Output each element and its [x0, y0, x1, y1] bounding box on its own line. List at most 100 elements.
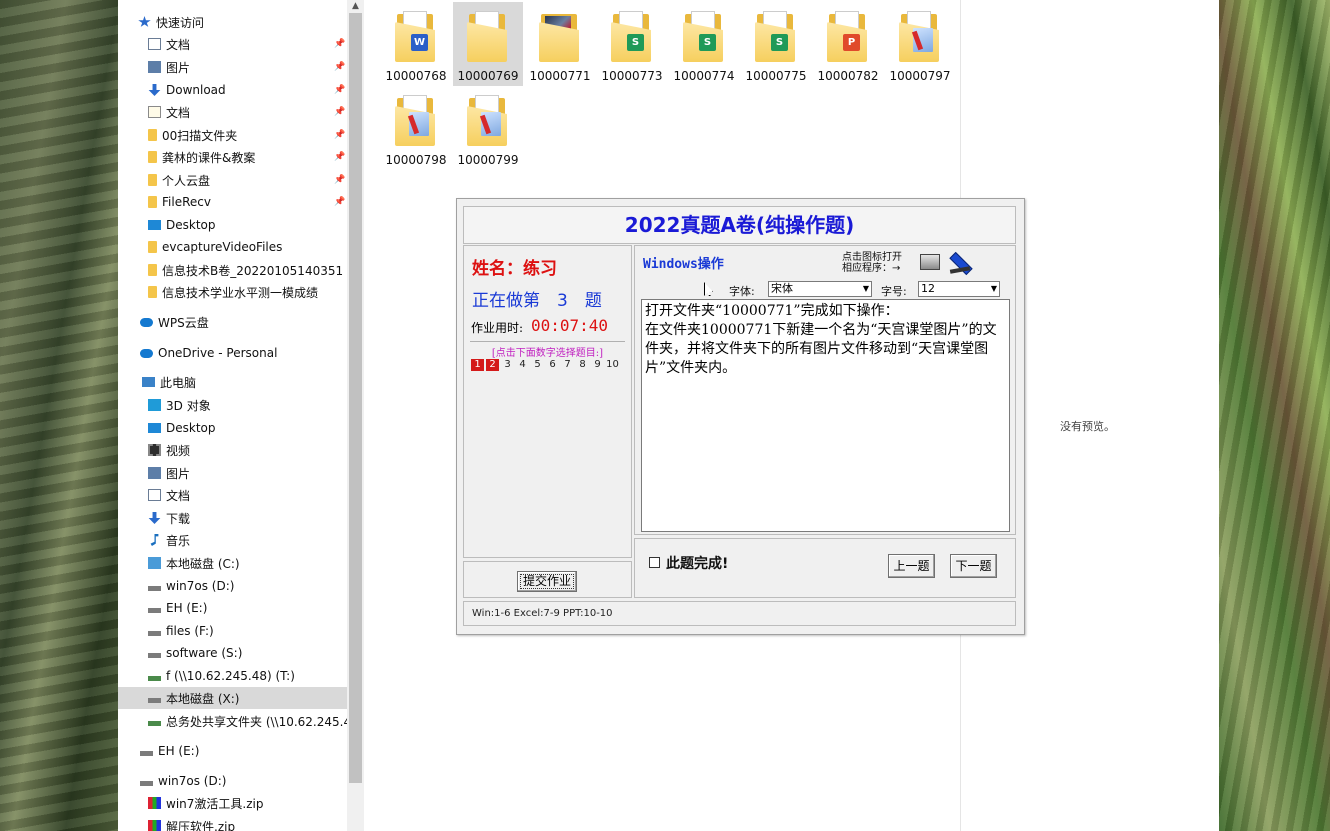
nav-item[interactable]: 文档 📌 — [118, 101, 347, 123]
folder-name: 10000798 — [385, 153, 447, 167]
folder-icon — [148, 196, 157, 208]
nav-item[interactable]: Download 📌 — [118, 79, 347, 101]
question-text-area[interactable]: 打开文件夹“10000771”完成如下操作： 在文件夹10000771下新建一个名… — [641, 299, 1010, 532]
size-select-value: 12 — [921, 282, 935, 295]
nav-scrollbar-thumb[interactable] — [349, 13, 362, 783]
question-number-7[interactable]: 7 — [561, 359, 574, 371]
question-selector-hint: [点击下面数字选择题目:] — [491, 348, 604, 359]
nav-item[interactable]: win7os (D:) — [118, 575, 347, 597]
nav-item[interactable]: Desktop — [118, 214, 347, 236]
nav-item[interactable]: software (S:) — [118, 642, 347, 664]
folder-item[interactable]: 10000799 — [453, 86, 523, 170]
nav-item[interactable]: EH (E:) — [118, 597, 347, 619]
nav-item[interactable]: files (F:) — [118, 620, 347, 642]
nav-item[interactable]: EH (E:) — [118, 740, 347, 762]
question-number-4[interactable]: 4 — [516, 359, 529, 371]
next-question-button[interactable]: 下一题 — [950, 554, 997, 578]
music-icon — [150, 534, 159, 546]
folder-icon — [148, 151, 157, 163]
nav-item[interactable]: win7os (D:) — [118, 770, 347, 792]
nav-item[interactable]: win7激活工具.zip — [118, 792, 347, 814]
nav-item[interactable]: 文档 📌 — [118, 33, 347, 55]
desktop-wallpaper-left — [0, 0, 118, 831]
nav-item[interactable]: WPS云盘 — [118, 311, 347, 333]
submit-homework-button[interactable]: 提交作业 — [517, 571, 577, 592]
nav-item[interactable]: 快速访问 — [118, 11, 347, 33]
pen-program-icon[interactable] — [947, 251, 969, 275]
question-number-9[interactable]: 9 — [591, 359, 604, 371]
nav-item[interactable]: 图片 📌 — [118, 56, 347, 78]
folder-name: 10000771 — [529, 69, 591, 83]
nav-item[interactable]: Desktop — [118, 417, 347, 439]
question-number-2[interactable]: 2 — [486, 359, 499, 371]
scroll-up-arrow-icon[interactable]: ▲ — [347, 0, 364, 12]
folder-item[interactable]: P 10000782 — [813, 2, 883, 86]
nav-item[interactable]: 信息技术学业水平测一模成绩 — [118, 281, 347, 303]
nav-item[interactable]: 龚林的课件&教案 📌 — [118, 146, 347, 168]
pictures-icon — [148, 467, 161, 479]
folder-icon — [395, 94, 435, 146]
question-number-10[interactable]: 10 — [606, 359, 619, 371]
font-select-dropdown-icon[interactable]: ▼ — [863, 282, 869, 296]
nav-item[interactable]: 信息技术B卷_20220105140351 — [118, 259, 347, 281]
folder-item[interactable]: 10000797 — [885, 2, 955, 86]
previous-question-button[interactable]: 上一题 — [888, 554, 935, 578]
nav-item-label: 00扫描文件夹 — [162, 128, 238, 143]
nav-item[interactable]: 解压软件.zip — [118, 815, 347, 831]
question-number-1[interactable]: 1 — [471, 359, 484, 371]
folder-item[interactable]: S 10000774 — [669, 2, 739, 86]
question-done-checkbox[interactable] — [649, 557, 660, 568]
nav-item[interactable]: 本地磁盘 (X:) — [118, 687, 347, 709]
question-number-8[interactable]: 8 — [576, 359, 589, 371]
student-name: 姓名：练习 — [472, 259, 557, 279]
question-text-line: 在文件夹10000771下新建一个名为“天宫课堂图片”的文件夹，并将文件夹下的所… — [645, 322, 997, 376]
nav-item[interactable]: 此电脑 — [118, 371, 347, 393]
nav-item[interactable]: OneDrive - Personal — [118, 342, 347, 364]
nav-item[interactable]: 视频 — [118, 439, 347, 461]
navigation-pane: 快速访问 文档 📌 图片 📌 Download 📌 文档 📌 00扫描文件夹 📌 龚林的课件&教案 📌 个… — [118, 0, 363, 831]
elapsed-time-label: 作业用时: — [471, 321, 524, 335]
folder-icon — [467, 10, 507, 62]
exam-dialog: 2022真题A卷(纯操作题) 姓名：练习 正在做第 3 题 作业用时: 00:0… — [456, 198, 1025, 635]
folder-icon — [148, 241, 157, 253]
folder-item[interactable]: 10000769 — [453, 2, 523, 86]
size-select[interactable]: 12 ▼ — [918, 281, 1000, 297]
nav-item-label: 龚林的课件&教案 — [162, 150, 256, 165]
nav-item[interactable]: 总务处共享文件夹 (\\10.62.245.49) — [118, 710, 363, 732]
explorer-program-icon[interactable] — [920, 254, 940, 270]
nav-item[interactable]: 3D 对象 — [118, 394, 347, 416]
question-number-5[interactable]: 5 — [531, 359, 544, 371]
submit-area: 提交作业 — [463, 561, 632, 598]
nav-item[interactable]: FileRecv 📌 — [118, 191, 347, 213]
nav-item[interactable]: evcaptureVideoFiles — [118, 236, 347, 258]
folder-item[interactable]: W 10000768 — [381, 2, 451, 86]
nav-item[interactable]: f (\\10.62.245.48) (T:) — [118, 665, 347, 687]
question-text-line: 打开文件夹“10000771”完成如下操作： — [645, 303, 899, 319]
nav-item[interactable]: 文档 — [118, 484, 347, 506]
nav-item[interactable]: 图片 — [118, 462, 347, 484]
question-number-list: 1 2 3 4 5 6 7 8 9 10 — [471, 359, 621, 371]
folder-item[interactable]: S 10000775 — [741, 2, 811, 86]
drive-icon — [148, 630, 161, 636]
pin-icon: 📌 — [334, 107, 346, 117]
system-drive-icon — [148, 557, 161, 569]
nav-item[interactable]: 个人云盘 📌 — [118, 169, 347, 191]
nav-item[interactable]: 本地磁盘 (C:) — [118, 552, 347, 574]
size-select-dropdown-icon[interactable]: ▼ — [991, 282, 997, 296]
nav-item-label: 信息技术学业水平测一模成绩 — [162, 285, 319, 300]
elapsed-timer: 00:07:40 — [531, 316, 609, 335]
3d-objects-icon — [148, 399, 161, 411]
nav-item[interactable]: 00扫描文件夹 📌 — [118, 124, 347, 146]
nav-item[interactable]: 下载 — [118, 507, 347, 529]
question-done-label[interactable]: 此题完成! — [666, 553, 728, 573]
font-select[interactable]: 宋体 ▼ — [768, 281, 872, 297]
folder-item[interactable]: 10000798 — [381, 86, 451, 170]
folder-icon: P — [827, 10, 867, 62]
downloads-icon — [148, 512, 161, 524]
question-number-6[interactable]: 6 — [546, 359, 559, 371]
folder-item[interactable]: S 10000773 — [597, 2, 667, 86]
nav-item[interactable]: 音乐 — [118, 529, 347, 551]
folder-item[interactable]: 10000771 — [525, 2, 595, 86]
question-number-3[interactable]: 3 — [501, 359, 514, 371]
folder-name: 10000775 — [745, 69, 807, 83]
